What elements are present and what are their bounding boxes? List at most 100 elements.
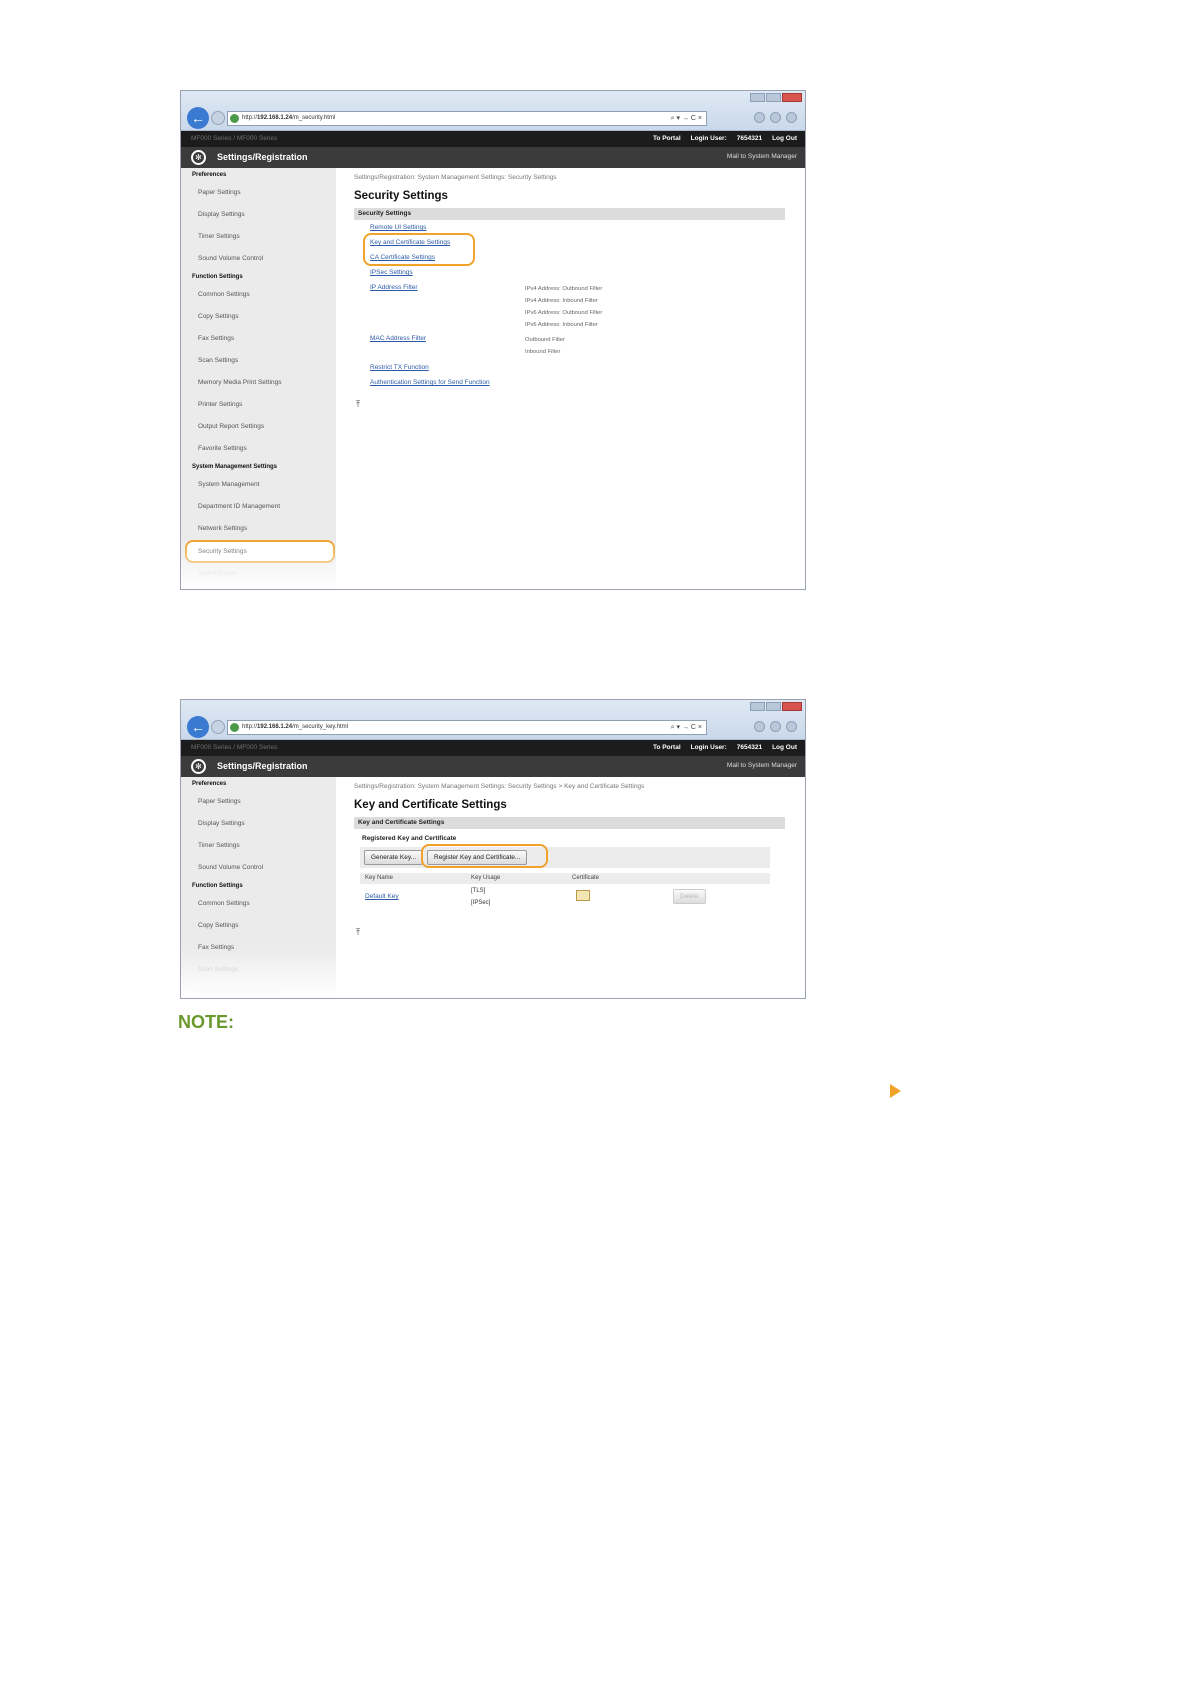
- note-heading: NOTE:: [178, 1012, 234, 1032]
- gear-icon[interactable]: [786, 112, 797, 123]
- sidebar-item-common-settings[interactable]: Common Settings: [181, 893, 336, 915]
- maximize-icon[interactable]: [766, 702, 781, 711]
- page-title: Security Settings: [354, 190, 448, 202]
- back-arrow-icon[interactable]: ←: [187, 107, 209, 129]
- sidebar-item-sound-volume-control[interactable]: Sound Volume Control: [181, 857, 336, 879]
- sidebar-heading-system-management-settings: System Management Settings: [192, 464, 278, 470]
- back-arrow-icon[interactable]: ←: [187, 716, 209, 738]
- gear-icon[interactable]: [786, 721, 797, 732]
- sidebar-item-paper-settings[interactable]: Paper Settings: [181, 791, 336, 813]
- minimize-icon[interactable]: [750, 93, 765, 102]
- log-out-link[interactable]: Log Out: [772, 744, 797, 751]
- address-bar[interactable]: http://192.168.1.24/m_security.html ⌕ ▾ …: [227, 111, 707, 126]
- key-usage-ipsec: [IPSec]: [471, 900, 491, 906]
- default-key-link[interactable]: Default Key: [365, 893, 399, 900]
- url-host: 192.168.1.24: [257, 115, 293, 121]
- forward-arrow-icon[interactable]: [211, 720, 225, 734]
- to-portal-link[interactable]: To Portal: [653, 744, 681, 751]
- sidebar-item-memory-media-print-settings[interactable]: Memory Media Print Settings: [181, 372, 336, 394]
- restrict-tx-function-link[interactable]: Restrict TX Function: [370, 364, 429, 371]
- registered-key-heading: Registered Key and Certificate: [362, 835, 457, 842]
- breadcrumb: Settings/Registration: System Management…: [354, 783, 645, 790]
- to-portal-link[interactable]: To Portal: [653, 135, 681, 142]
- page-top-icon[interactable]: ⤒: [356, 399, 360, 410]
- app-title-bar: ✻ Settings/Registration Mail to System M…: [181, 756, 805, 777]
- sidebar-item-department-id-management[interactable]: Department ID Management: [181, 496, 336, 518]
- settings-icon: ✻: [191, 759, 206, 774]
- certificate-icon[interactable]: [576, 890, 590, 901]
- sidebar-item-import-export[interactable]: Import/Export: [181, 563, 336, 585]
- url-path: /m_security.html: [292, 115, 336, 121]
- next-arrow-icon[interactable]: [890, 1084, 901, 1098]
- window-controls: [750, 93, 802, 102]
- sidebar-item-copy-settings[interactable]: Copy Settings: [181, 306, 336, 328]
- sidebar-item-common-settings[interactable]: Common Settings: [181, 284, 336, 306]
- device-name: MF000 Series / MF000 Series: [191, 744, 278, 751]
- ipsec-settings-link[interactable]: IPSec Settings: [370, 269, 413, 276]
- sidebar-item-copy-settings[interactable]: Copy Settings: [181, 915, 336, 937]
- sidebar-item-favorite-settings[interactable]: Favorite Settings: [181, 438, 336, 460]
- sidebar-item-timer-settings[interactable]: Timer Settings: [181, 835, 336, 857]
- app-title-bar: ✻ Settings/Registration Mail to System M…: [181, 147, 805, 168]
- sidebar-item-output-report-settings[interactable]: Output Report Settings: [181, 416, 336, 438]
- page-title: Key and Certificate Settings: [354, 799, 507, 811]
- remote-ui-settings-link[interactable]: Remote UI Settings: [370, 224, 426, 231]
- app-title: Settings/Registration: [217, 152, 308, 162]
- log-out-link[interactable]: Log Out: [772, 135, 797, 142]
- sidebar-item-sound-volume-control[interactable]: Sound Volume Control: [181, 248, 336, 270]
- mail-to-manager-link[interactable]: Mail to System Manager: [727, 762, 797, 769]
- authentication-settings-send-link[interactable]: Authentication Settings for Send Functio…: [370, 379, 490, 386]
- close-icon[interactable]: [782, 93, 802, 102]
- sidebar-item-timer-settings[interactable]: Timer Settings: [181, 226, 336, 248]
- login-user-label: Login User:: [690, 135, 727, 142]
- ip-filter-ipv6-inbound: IPv6 Address: Inbound Filter: [525, 322, 598, 328]
- maximize-icon[interactable]: [766, 93, 781, 102]
- main-content: Settings/Registration: System Management…: [354, 168, 785, 414]
- sidebar-item-display-settings[interactable]: Display Settings: [181, 204, 336, 226]
- address-tools-icon[interactable]: ⌕ ▾ → C ×: [671, 721, 702, 734]
- address-bar[interactable]: http://192.168.1.24/m_security_key.html …: [227, 720, 707, 735]
- star-icon[interactable]: [770, 721, 781, 732]
- mail-to-manager-link[interactable]: Mail to System Manager: [727, 153, 797, 160]
- mac-filter-outbound: Outbound Filter: [525, 337, 565, 343]
- key-usage-tls: [TLS]: [471, 888, 486, 894]
- home-icon[interactable]: [754, 112, 765, 123]
- device-name: MF000 Series / MF000 Series: [191, 135, 278, 142]
- screenshot-security-settings: ← http://192.168.1.24/m_security.html ⌕ …: [180, 90, 806, 590]
- page-top-icon[interactable]: ⤒: [356, 927, 360, 938]
- sidebar-item-memory-media-print-settings[interactable]: Memory Media Print Settings: [181, 981, 336, 998]
- sidebar-item-scan-settings[interactable]: Scan Settings: [181, 350, 336, 372]
- minimize-icon[interactable]: [750, 702, 765, 711]
- sidebar-item-system-management[interactable]: System Management: [181, 474, 336, 496]
- column-certificate: Certificate: [572, 875, 600, 881]
- address-tools-icon[interactable]: ⌕ ▾ → C ×: [671, 112, 702, 125]
- sidebar-item-security-settings[interactable]: Security Settings: [185, 540, 335, 563]
- sidebar-item-paper-settings[interactable]: Paper Settings: [181, 182, 336, 204]
- close-icon[interactable]: [782, 702, 802, 711]
- column-key-name: Key Name: [365, 875, 394, 881]
- sidebar-item-scan-settings[interactable]: Scan Settings: [181, 959, 336, 981]
- globe-icon: [230, 723, 239, 732]
- browser-icons: [754, 721, 797, 732]
- highlight-frame: [363, 233, 475, 266]
- star-icon[interactable]: [770, 112, 781, 123]
- sidebar-item-fax-settings[interactable]: Fax Settings: [181, 328, 336, 350]
- settings-icon: ✻: [191, 150, 206, 165]
- mac-address-filter-link[interactable]: MAC Address Filter: [370, 335, 426, 342]
- sidebar-item-network-settings[interactable]: Network Settings: [181, 518, 336, 540]
- home-icon[interactable]: [754, 721, 765, 732]
- delete-button[interactable]: Delete: [673, 889, 706, 904]
- main-content: Settings/Registration: System Management…: [354, 777, 785, 959]
- ip-filter-ipv4-outbound: IPv4 Address: Outbound Filter: [525, 286, 603, 292]
- mac-filter-inbound: Inbound Filter: [525, 349, 561, 355]
- header-bar: MF000 Series / MF000 Series To Portal Lo…: [181, 740, 805, 756]
- generate-key-button[interactable]: Generate Key...: [364, 850, 424, 865]
- sidebar-item-display-settings[interactable]: Display Settings: [181, 813, 336, 835]
- sidebar-heading-preferences: Preferences: [192, 172, 227, 178]
- ip-address-filter-link[interactable]: IP Address Filter: [370, 284, 418, 291]
- highlight-frame: [421, 844, 548, 868]
- sidebar-item-fax-settings[interactable]: Fax Settings: [181, 937, 336, 959]
- browser-toolbar: ← http://192.168.1.24/m_security.html ⌕ …: [181, 91, 805, 131]
- forward-arrow-icon[interactable]: [211, 111, 225, 125]
- sidebar-item-printer-settings[interactable]: Printer Settings: [181, 394, 336, 416]
